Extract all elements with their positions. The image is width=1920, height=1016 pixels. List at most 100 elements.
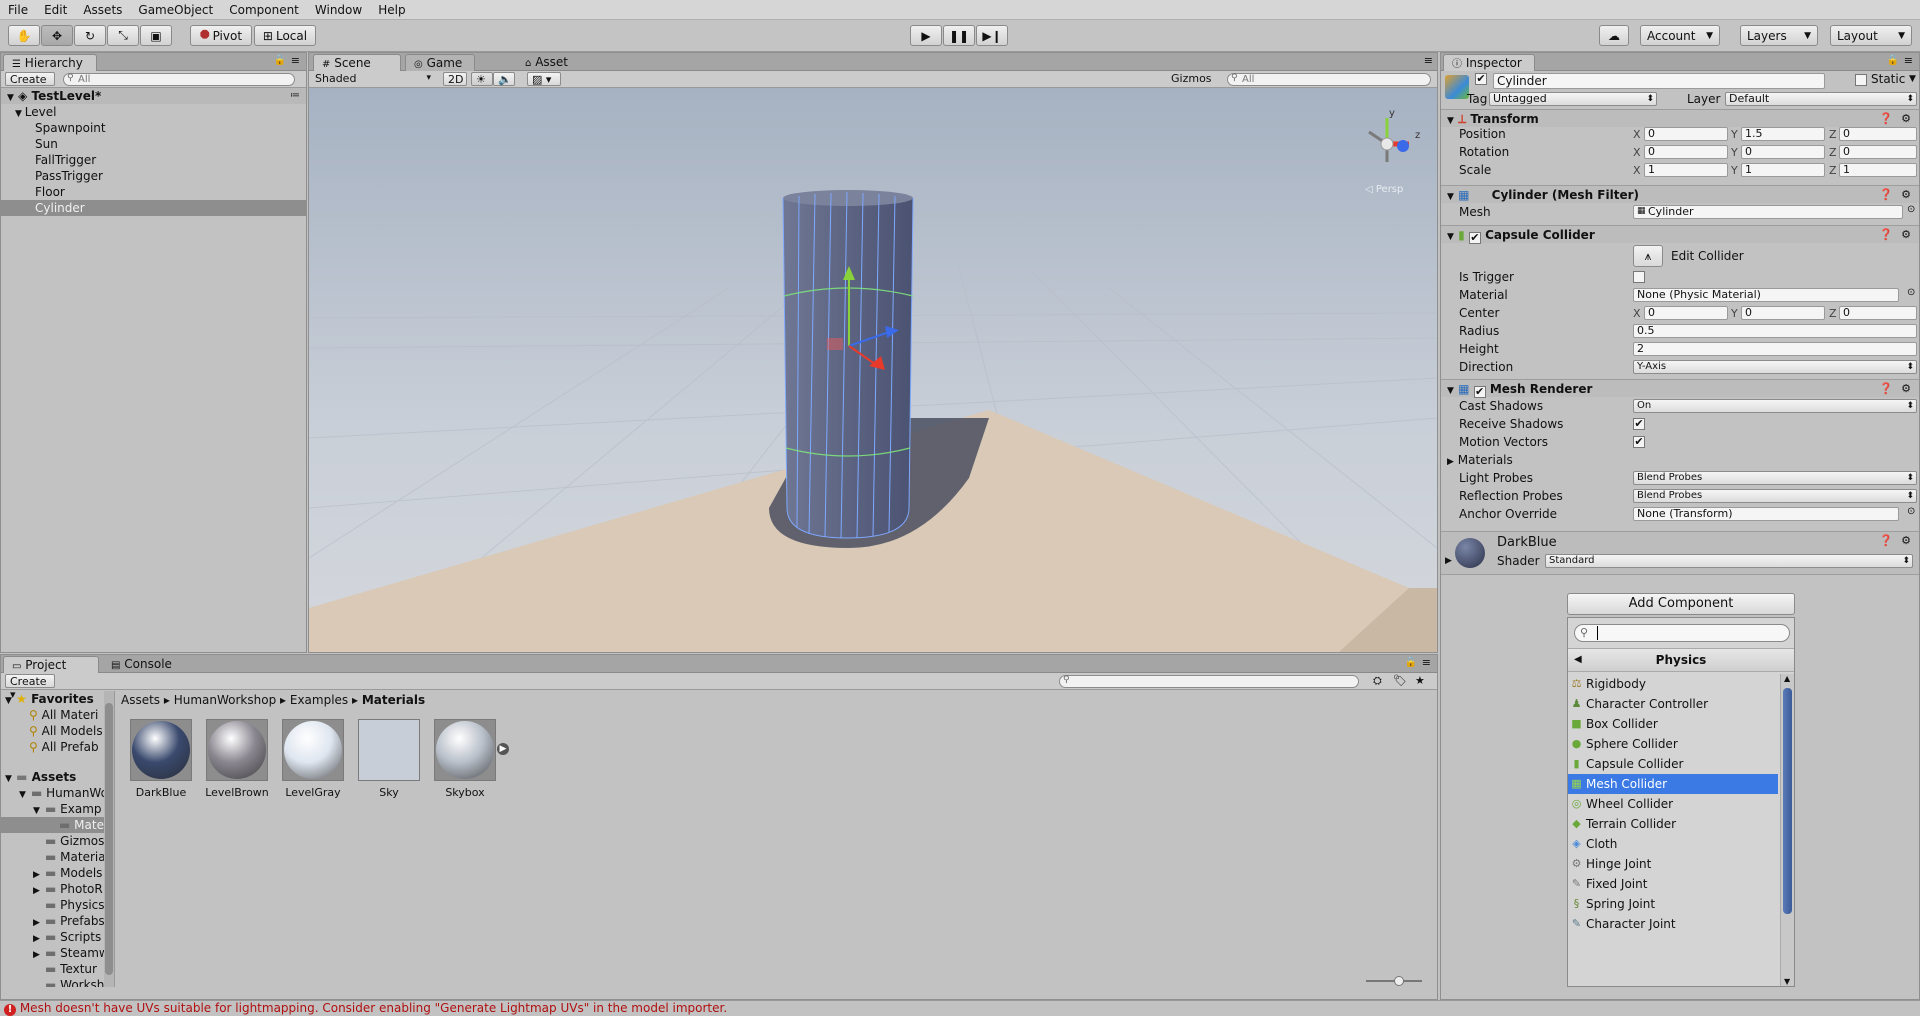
scene-viewport[interactable]: y z ◁ Persp <box>309 88 1437 652</box>
effects-dropdown[interactable]: ▨ ▾ <box>527 72 561 86</box>
help-icon[interactable]: ❓ <box>1879 110 1893 128</box>
folder-item[interactable]: ▶ ▬ Models <box>1 865 114 881</box>
component-option[interactable]: ◆ Terrain Collider <box>1568 814 1778 834</box>
materials-foldout[interactable]: ▶ Materials <box>1447 451 1513 471</box>
audio-toggle[interactable]: 🔈 <box>493 72 515 86</box>
component-option[interactable]: ▦ Mesh Collider <box>1568 774 1778 794</box>
object-picker-icon[interactable]: ⊙ <box>1907 287 1915 298</box>
asset-item[interactable]: DarkBlue <box>129 719 193 799</box>
favorite-item[interactable]: ⚲ All Models <box>1 723 114 739</box>
mesh-renderer-header[interactable]: ▼ ▦ ✔ Mesh Renderer ❓ ⚙ <box>1441 379 1919 398</box>
scene-root-row[interactable]: ▼ ◈ TestLevel* ≔ <box>1 88 306 104</box>
rotate-tool-button[interactable]: ↻ <box>74 25 106 46</box>
is-trigger-checkbox[interactable] <box>1633 271 1645 283</box>
cast-shadows-dropdown[interactable]: On <box>1633 399 1917 413</box>
transform-rotation-z-field[interactable]: 0 <box>1839 145 1917 159</box>
component-option[interactable]: ◈ Cloth <box>1568 834 1778 854</box>
hierarchy-item[interactable]: Floor <box>1 184 306 200</box>
help-icon[interactable]: ❓ <box>1879 186 1893 204</box>
shader-dropdown[interactable]: Standard <box>1545 554 1913 568</box>
component-option[interactable]: ⚙ Hinge Joint <box>1568 854 1778 874</box>
folder-item[interactable]: ▬ Textur <box>1 961 114 977</box>
radius-field[interactable]: 0.5 <box>1633 324 1917 338</box>
component-list-scrollbar-thumb[interactable] <box>1783 688 1792 914</box>
reflection-probes-dropdown[interactable]: Blend Probes <box>1633 489 1917 503</box>
lock-icon[interactable]: 🔒 <box>274 55 286 66</box>
folder-item[interactable]: ▬ Materia <box>1 849 114 865</box>
gear-icon[interactable]: ⚙ <box>1901 110 1911 128</box>
toggle-2d-button[interactable]: 2D <box>443 72 467 86</box>
help-icon[interactable]: ❓ <box>1879 380 1893 398</box>
receive-shadows-checkbox[interactable]: ✔ <box>1633 418 1645 430</box>
height-field[interactable]: 2 <box>1633 342 1917 356</box>
tab-game[interactable]: ◎ Game <box>405 54 475 71</box>
menu-help[interactable]: Help <box>370 3 413 17</box>
tree-scrollbar-thumb[interactable] <box>105 703 113 975</box>
anchor-override-field[interactable]: None (Transform) <box>1633 507 1899 521</box>
center-x-field[interactable]: 0 <box>1644 306 1728 320</box>
zoom-slider[interactable] <box>1366 976 1422 986</box>
panel-menu-icon[interactable]: ≡ <box>291 54 300 67</box>
transform-rotation-y-field[interactable]: 0 <box>1741 145 1825 159</box>
hierarchy-search-input[interactable]: All <box>63 73 295 86</box>
component-option[interactable]: ✎ Fixed Joint <box>1568 874 1778 894</box>
scene-menu-icon[interactable]: ≔ <box>290 88 300 104</box>
lock-icon[interactable]: 🔒 <box>1887 55 1899 66</box>
breadcrumb-humanworkshop[interactable]: HumanWorkshop <box>174 693 276 707</box>
panel-menu-icon[interactable]: ≡ <box>1422 656 1431 669</box>
hierarchy-create-button[interactable]: Create ▾ <box>5 72 55 99</box>
favorites-header[interactable]: ▼ ★ Favorites <box>1 691 114 707</box>
asset-item[interactable]: LevelGray <box>281 719 345 799</box>
folder-item[interactable]: ▶ ▬ Steamw <box>1 945 114 961</box>
tab-asset-store[interactable]: ⌂ Asset Store <box>517 54 611 87</box>
filter-label-icon[interactable]: 🏷 <box>1393 674 1407 687</box>
transform-scale-y-field[interactable]: 1 <box>1741 163 1825 177</box>
scene-search-input[interactable]: All <box>1227 73 1431 86</box>
edit-collider-button[interactable]: ⩚ <box>1633 245 1663 267</box>
step-button[interactable]: ▶❙ <box>976 25 1008 46</box>
component-option[interactable]: ● Sphere Collider <box>1568 734 1778 754</box>
hierarchy-item[interactable]: ▼ Level <box>1 104 306 120</box>
motion-vectors-checkbox[interactable]: ✔ <box>1633 436 1645 448</box>
hierarchy-item[interactable]: Spawnpoint <box>1 120 306 136</box>
play-preview-icon[interactable]: ▶ <box>497 743 509 755</box>
physic-material-field[interactable]: None (Physic Material) <box>1633 288 1899 302</box>
shading-mode-dropdown[interactable]: Shaded ▾ <box>311 72 435 86</box>
layout-dropdown[interactable]: Layout ▼ <box>1830 25 1912 46</box>
scale-tool-button[interactable]: ⤡ <box>107 25 139 46</box>
account-dropdown[interactable]: Account ▼ <box>1640 25 1720 46</box>
center-y-field[interactable]: 0 <box>1741 306 1825 320</box>
expand-arrow-icon[interactable]: ▶ <box>1445 556 1452 566</box>
folder-item[interactable]: ▬ Physics <box>1 897 114 913</box>
pivot-toggle[interactable]: ⯃ Pivot <box>190 25 252 46</box>
add-component-button[interactable]: Add Component <box>1567 593 1795 615</box>
gizmos-dropdown[interactable]: Gizmos ▾ <box>1167 72 1219 98</box>
folder-item[interactable]: ▶ ▬ PhotoR <box>1 881 114 897</box>
folder-item[interactable]: ▼ ▬ HumanWo <box>1 785 114 801</box>
object-name-field[interactable]: Cylinder <box>1493 73 1825 89</box>
favorite-star-icon[interactable]: ★ <box>1415 674 1425 687</box>
assets-header[interactable]: ▼ ▬ Assets <box>1 769 114 785</box>
menu-window[interactable]: Window <box>307 3 370 17</box>
menu-assets[interactable]: Assets <box>75 3 130 17</box>
component-option[interactable]: ⚖ Rigidbody <box>1568 674 1778 694</box>
hierarchy-item[interactable]: PassTrigger <box>1 168 306 184</box>
static-checkbox[interactable] <box>1855 74 1867 86</box>
center-z-field[interactable]: 0 <box>1839 306 1917 320</box>
folder-item[interactable]: ▼ ▬ Examp <box>1 801 114 817</box>
collab-button[interactable]: ☁ <box>1599 25 1629 46</box>
hierarchy-item[interactable]: Sun <box>1 136 306 152</box>
component-option[interactable]: ◎ Wheel Collider <box>1568 794 1778 814</box>
rect-tool-button[interactable]: ▣ <box>140 25 172 46</box>
direction-dropdown[interactable]: Y-Axis <box>1633 360 1917 374</box>
folder-item[interactable]: ▶ ▬ Scripts <box>1 929 114 945</box>
zoom-slider-thumb[interactable] <box>1394 976 1404 986</box>
help-icon[interactable]: ❓ <box>1879 534 1893 547</box>
menu-gameobject[interactable]: GameObject <box>130 3 221 17</box>
gear-icon[interactable]: ⚙ <box>1901 186 1911 204</box>
object-picker-icon[interactable]: ⊙ <box>1907 506 1915 517</box>
folder-item[interactable]: ▬ Gizmos <box>1 833 114 849</box>
component-list-scrollbar[interactable]: ▲ ▼ <box>1780 674 1794 986</box>
component-option[interactable]: ✎ Character Joint <box>1568 914 1778 934</box>
breadcrumb-materials[interactable]: Materials <box>362 693 425 707</box>
